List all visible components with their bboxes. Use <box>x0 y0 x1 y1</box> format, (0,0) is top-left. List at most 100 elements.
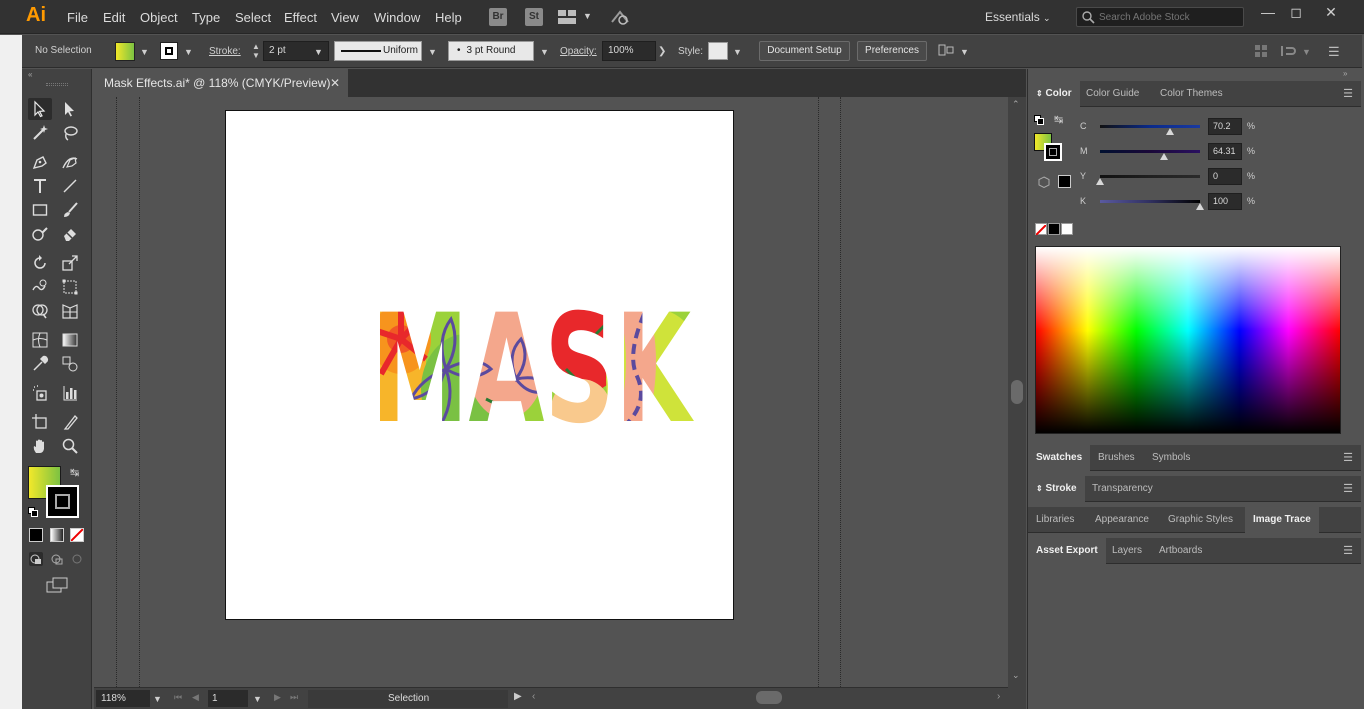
blend-tool-icon[interactable] <box>58 353 82 375</box>
gradient-mode-icon[interactable] <box>50 528 64 542</box>
draw-inside-icon[interactable] <box>70 552 84 569</box>
slider-value-k[interactable]: 100 <box>1208 193 1242 210</box>
scroll-up-icon[interactable]: ⌃ <box>1012 99 1020 110</box>
variable-width-profile[interactable]: Uniform <box>334 41 422 61</box>
opacity-field[interactable]: 100% <box>602 41 656 61</box>
shaper-tool-icon[interactable] <box>28 223 52 245</box>
chevron-down-icon[interactable]: ▼ <box>153 694 162 704</box>
zoom-tool-icon[interactable] <box>58 435 82 457</box>
chevron-down-icon[interactable]: ▼ <box>733 47 742 57</box>
stock-icon[interactable]: St <box>525 8 543 26</box>
tab-brushes[interactable]: Brushes <box>1090 445 1143 471</box>
next-artboard-icon[interactable]: ▶ <box>274 692 281 703</box>
document-tab[interactable]: Mask Effects.ai* @ 118% (CMYK/Preview) ✕ <box>94 69 348 97</box>
hand-tool-icon[interactable] <box>28 435 52 457</box>
pen-tool-icon[interactable] <box>28 151 52 173</box>
panel-menu-icon[interactable]: ☰ <box>1343 544 1353 557</box>
mask-artwork[interactable]: MASK <box>366 299 696 429</box>
slider-thumb-m[interactable] <box>1160 153 1168 160</box>
scale-tool-icon[interactable] <box>58 252 82 274</box>
chevron-right-icon[interactable]: ❯ <box>658 46 666 57</box>
scroll-down-icon[interactable]: ⌄ <box>1012 670 1020 681</box>
closest-color-swatch[interactable] <box>1058 175 1071 188</box>
perspective-grid-tool-icon[interactable] <box>58 300 82 322</box>
status-field[interactable]: Selection <box>308 690 508 708</box>
black-swatch[interactable] <box>1048 223 1060 235</box>
zoom-field[interactable]: 118% <box>96 690 150 707</box>
slider-thumb-k[interactable] <box>1196 203 1204 210</box>
line-segment-tool-icon[interactable] <box>58 175 82 197</box>
status-menu-icon[interactable]: ▶ <box>514 691 522 702</box>
search-stock-field[interactable] <box>1076 7 1244 27</box>
panel-menu-icon[interactable]: ☰ <box>1343 482 1353 495</box>
scroll-thumb[interactable] <box>1011 380 1023 404</box>
chevron-down-icon[interactable]: ▼ <box>314 47 323 57</box>
preferences-button[interactable]: Preferences <box>857 41 927 61</box>
bridge-icon[interactable]: Br <box>489 8 507 26</box>
close-tab-icon[interactable]: ✕ <box>330 69 340 97</box>
draw-normal-icon[interactable] <box>29 552 43 566</box>
paintbrush-tool-icon[interactable] <box>58 199 82 221</box>
screen-mode-icon[interactable] <box>46 577 68 596</box>
tab-image-trace[interactable]: Image Trace <box>1245 507 1319 533</box>
slice-tool-icon[interactable] <box>58 411 82 433</box>
menu-view[interactable]: View <box>331 10 359 25</box>
stroke-stepper-icon[interactable]: ▲ ▼ <box>250 42 262 62</box>
free-transform-tool-icon[interactable] <box>58 276 82 298</box>
column-graph-tool-icon[interactable] <box>58 382 82 404</box>
slider-value-m[interactable]: 64.31 <box>1208 143 1242 160</box>
align-icon[interactable] <box>937 43 955 62</box>
slider-track-c[interactable] <box>1100 125 1200 128</box>
slider-value-y[interactable]: 0 <box>1208 168 1242 185</box>
expand-panels-icon[interactable]: » <box>1343 69 1347 78</box>
arrange-documents-icon[interactable] <box>558 9 576 28</box>
menu-edit[interactable]: Edit <box>103 10 125 25</box>
swap-colors-icon[interactable]: ↹ <box>70 466 79 479</box>
workspace-switcher[interactable]: Essentials ⌄ <box>985 10 1051 24</box>
slider-track-k[interactable] <box>1100 200 1200 203</box>
tab-libraries[interactable]: Libraries <box>1028 507 1082 533</box>
canvas[interactable]: MASK <box>94 97 1008 687</box>
warp-tool-icon[interactable] <box>28 276 52 298</box>
tab-artboards[interactable]: Artboards <box>1151 538 1210 564</box>
artboard[interactable]: MASK <box>225 110 734 620</box>
scroll-left-icon[interactable]: ‹ <box>532 691 535 702</box>
chevron-down-icon[interactable]: ▼ <box>1302 47 1311 57</box>
gpu-performance-icon[interactable] <box>610 8 630 29</box>
panel-menu-icon[interactable]: ☰ <box>1343 451 1353 464</box>
chevron-down-icon[interactable]: ▼ <box>184 47 193 57</box>
close-icon[interactable]: ✕ <box>1317 4 1345 21</box>
vertical-scrollbar[interactable]: ⌃ ⌄ <box>1008 97 1026 687</box>
restore-icon[interactable]: ◻ <box>1282 4 1310 21</box>
stroke-color-swatch[interactable] <box>1044 143 1062 161</box>
tab-symbols[interactable]: Symbols <box>1144 445 1198 471</box>
eraser-tool-icon[interactable] <box>58 223 82 245</box>
color-mode-icon[interactable] <box>29 528 43 542</box>
artboard-tool-icon[interactable] <box>28 411 52 433</box>
none-swatch[interactable] <box>1035 223 1047 236</box>
menu-select[interactable]: Select <box>235 10 271 25</box>
slider-track-y[interactable] <box>1100 175 1200 178</box>
collapse-icon[interactable]: « <box>28 70 32 79</box>
draw-behind-icon[interactable] <box>50 552 64 569</box>
slider-track-m[interactable] <box>1100 150 1200 153</box>
menu-help[interactable]: Help <box>435 10 462 25</box>
chevron-down-icon[interactable]: ▼ <box>960 47 969 57</box>
horizontal-scroll-thumb[interactable] <box>756 691 782 704</box>
chevron-down-icon[interactable]: ▼ <box>140 47 149 57</box>
chevron-down-icon[interactable]: ▼ <box>428 47 437 57</box>
menu-object[interactable]: Object <box>140 10 178 25</box>
stroke-swatch[interactable] <box>160 42 178 60</box>
white-swatch[interactable] <box>1061 223 1073 235</box>
rectangle-tool-icon[interactable] <box>28 199 52 221</box>
graphic-style-swatch[interactable] <box>708 42 728 60</box>
tab-layers[interactable]: Layers <box>1104 538 1150 564</box>
direct-selection-tool-icon[interactable] <box>58 98 82 120</box>
panel-menu-icon[interactable]: ☰ <box>1343 87 1353 100</box>
menu-window[interactable]: Window <box>374 10 420 25</box>
stroke-color-swatch[interactable] <box>46 485 79 518</box>
slider-thumb-c[interactable] <box>1166 128 1174 135</box>
out-of-gamut-icon[interactable] <box>1038 176 1050 191</box>
menu-effect[interactable]: Effect <box>284 10 317 25</box>
default-colors-icon[interactable] <box>1034 114 1044 128</box>
